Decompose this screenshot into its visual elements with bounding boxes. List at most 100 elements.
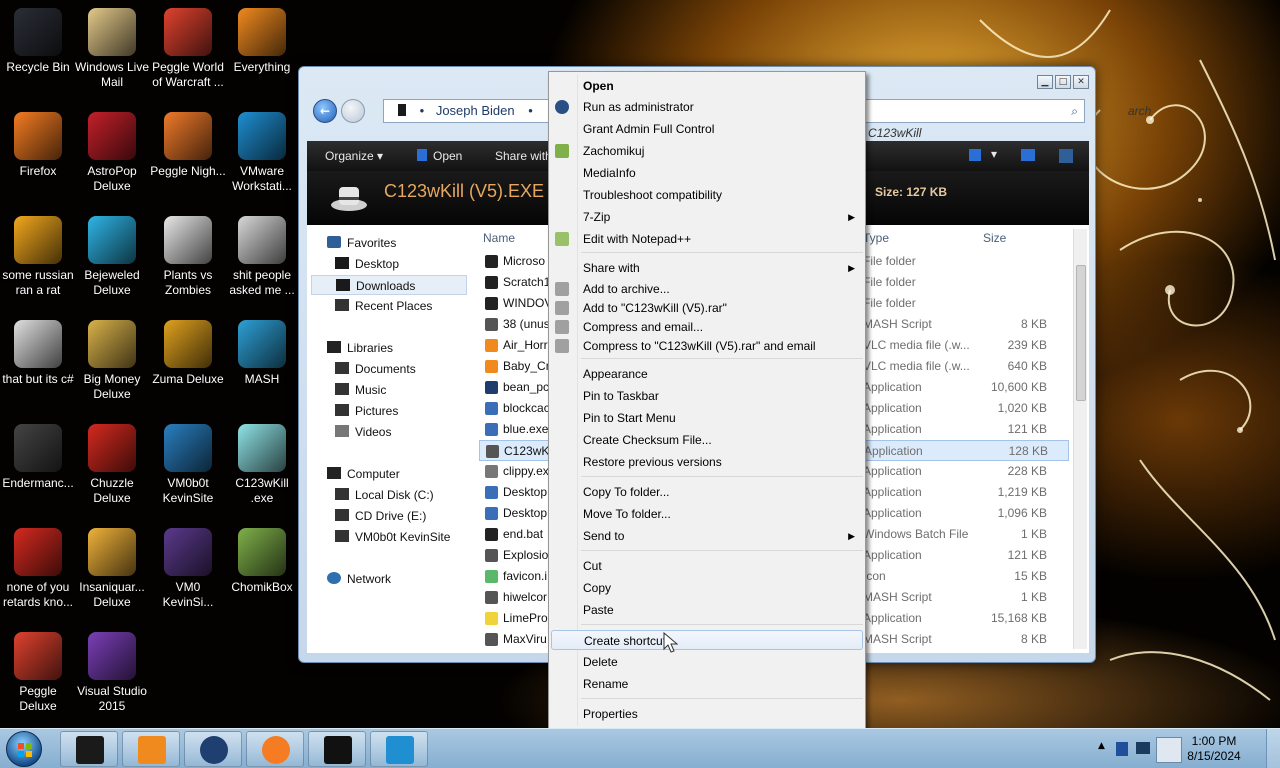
menu-item-run-as-administrator[interactable]: Run as administrator [555,97,863,117]
menu-item-7-zip[interactable]: 7-Zip ▶ [583,207,863,227]
desktop-icon[interactable]: Peggle Nigh... [150,112,226,179]
taskbar-button[interactable] [246,731,304,767]
menu-item-properties[interactable]: Properties [583,704,863,724]
desktop-icon[interactable]: that but its c# [0,320,76,387]
menu-item-cut[interactable]: Cut [583,556,863,576]
forward-button[interactable] [341,99,365,123]
menu-item-mediainfo[interactable]: MediaInfo [583,163,863,183]
menu-item-troubleshoot-compatibility[interactable]: Troubleshoot compatibility [583,185,863,205]
menu-item-compress-and-email[interactable]: Compress and email... [555,317,863,337]
menu-item-rename[interactable]: Rename [583,674,863,694]
maximize-button[interactable]: □ [1055,75,1071,89]
network-tray-icon[interactable] [1136,742,1150,754]
nav-pictures[interactable]: Pictures [335,401,398,421]
desktop-icon[interactable]: Peggle World of Warcraft ... [150,8,226,90]
minimize-button[interactable]: ▁ [1037,75,1053,89]
nav-desktop[interactable]: Desktop [335,254,399,274]
desktop-icon[interactable]: Insaniquar... Deluxe [74,528,150,610]
show-desktop-button[interactable] [1266,729,1280,768]
close-button[interactable]: ✕ [1073,75,1089,89]
file-list-scrollbar[interactable] [1073,229,1087,649]
menu-item-copy[interactable]: Copy [583,578,863,598]
preview-pane-icon[interactable] [1021,149,1035,161]
menu-item-move-to-folder[interactable]: Move To folder... [583,504,863,524]
back-button[interactable]: ← [313,99,337,123]
view-dropdown-icon[interactable]: ▾ [991,147,997,161]
column-header-size[interactable]: Size [983,231,1006,245]
desktop-icon[interactable]: ChomikBox [224,528,300,595]
desktop-icon[interactable]: MASH [224,320,300,387]
nav-computer[interactable]: Computer [327,464,400,484]
desktop-icon[interactable]: none of you retards kno... [0,528,76,610]
nav-music[interactable]: Music [335,380,386,400]
desktop-icon[interactable]: Peggle Deluxe [0,632,76,714]
organize-menu[interactable]: Organize ▾ [325,149,383,163]
menu-item-restore-previous-versions[interactable]: Restore previous versions [583,452,863,472]
scrollbar-thumb[interactable] [1076,265,1086,401]
desktop-icon[interactable]: shit people asked me ... [224,216,300,298]
clock[interactable]: 1:00 PM 8/15/2024 [1174,734,1254,764]
taskbar-button[interactable] [60,731,118,767]
menu-item-create-checksum-file[interactable]: Create Checksum File... [583,430,863,450]
nav-network[interactable]: Network [327,569,391,589]
desktop-icon[interactable]: C123wKill .exe [224,424,300,506]
menu-item-copy-to-folder[interactable]: Copy To folder... [583,482,863,502]
taskbar-button[interactable] [308,731,366,767]
menu-item-delete[interactable]: Delete [583,652,863,672]
menu-item-zachomikuj[interactable]: Zachomikuj [555,141,863,161]
desktop-icon[interactable]: AstroPop Deluxe [74,112,150,194]
search-input[interactable]: arch C123wKill ⌕ [859,99,1151,140]
desktop-icon[interactable]: VM0b0t KevinSite [150,424,226,506]
menu-item-open[interactable]: Open [583,76,863,96]
nav-vm-drive[interactable]: VM0b0t KevinSite [335,527,450,547]
desktop-icon[interactable]: some russian ran a rat [0,216,76,298]
start-button[interactable] [6,731,42,767]
nav-favorites[interactable]: Favorites [327,233,396,253]
tray-app-icon[interactable] [1116,742,1128,756]
menu-item-add-to-c123wkill-v5-rar[interactable]: Add to "C123wKill (V5).rar" [555,298,863,318]
breadcrumb-user[interactable]: Joseph Biden [436,103,515,118]
menu-item-paste[interactable]: Paste [583,600,863,620]
nav-videos[interactable]: Videos [335,422,391,442]
desktop-icon[interactable]: Zuma Deluxe [150,320,226,387]
menu-item-share-with[interactable]: Share with ▶ [583,258,863,278]
menu-item-add-to-archive[interactable]: Add to archive... [555,279,863,299]
menu-item-appearance[interactable]: Appearance [583,364,863,384]
show-hidden-icons-icon[interactable]: ▲ [1098,741,1105,751]
desktop-icon[interactable]: VMware Workstati... [224,112,300,194]
column-header-name[interactable]: Name [483,231,515,245]
column-header-type[interactable]: Type [863,231,889,245]
nav-recent-places[interactable]: Recent Places [335,296,432,316]
search-icon[interactable]: ⌕ [1071,100,1078,122]
desktop-icon[interactable]: Big Money Deluxe [74,320,150,402]
help-icon[interactable] [1059,149,1073,163]
open-button[interactable]: Open [417,149,462,163]
taskbar-button[interactable] [184,731,242,767]
menu-item-grant-admin-full-control[interactable]: Grant Admin Full Control [583,119,863,139]
desktop-icon[interactable]: Windows Live Mail [74,8,150,90]
desktop-icon[interactable]: Chuzzle Deluxe [74,424,150,506]
desktop-icon[interactable]: Endermanc... [0,424,76,491]
nav-downloads[interactable]: Downloads [311,275,467,295]
nav-local-disk[interactable]: Local Disk (C:) [335,485,434,505]
menu-item-pin-to-taskbar[interactable]: Pin to Taskbar [583,386,863,406]
taskbar-button[interactable] [122,731,180,767]
nav-cd-drive[interactable]: CD Drive (E:) [335,506,426,526]
desktop-icon[interactable]: Recycle Bin [0,8,76,75]
desktop-icon[interactable]: Everything [224,8,300,75]
desktop-icon[interactable]: Visual Studio 2015 [74,632,150,714]
desktop-icon[interactable]: Bejeweled Deluxe [74,216,150,298]
menu-item-pin-to-start-menu[interactable]: Pin to Start Menu [583,408,863,428]
menu-item-create-shortcut[interactable]: Create shortcut [551,630,863,650]
desktop-icon[interactable]: Firefox [0,112,76,179]
menu-item-edit-with-notepad[interactable]: Edit with Notepad++ [555,229,863,249]
desktop-icon[interactable]: Plants vs Zombies [150,216,226,298]
desktop-icon[interactable]: VM0 KevinSi... [150,528,226,610]
taskbar-button[interactable] [370,731,428,767]
menu-item-compress-to-c123wkill-v5-rar-and-email[interactable]: Compress to "C123wKill (V5).rar" and ema… [555,336,863,356]
menu-item-send-to[interactable]: Send to ▶ [583,526,863,546]
nav-libraries[interactable]: Libraries [327,338,393,358]
share-with-menu[interactable]: Share with [495,149,552,163]
nav-documents[interactable]: Documents [335,359,416,379]
view-icon[interactable] [969,149,981,161]
